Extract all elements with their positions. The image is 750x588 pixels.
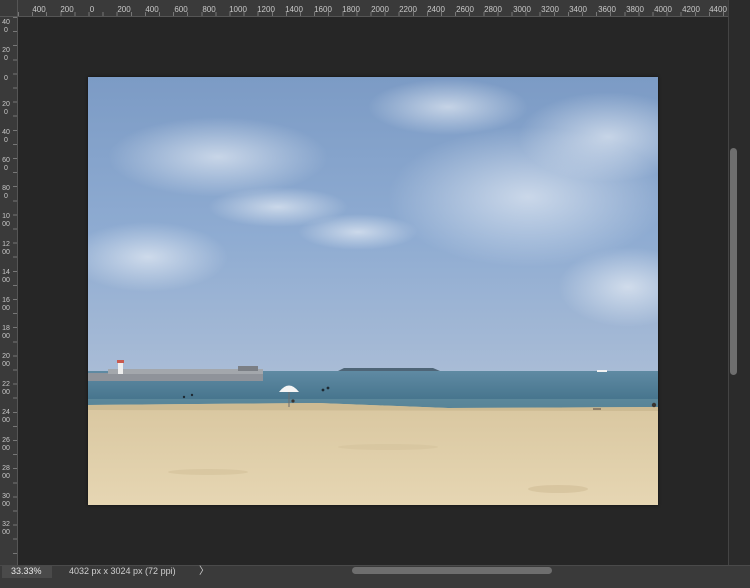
ruler-label: 1000 — [229, 5, 247, 14]
ruler-tick-marks — [13, 17, 17, 565]
ruler-label: 1600 — [314, 5, 332, 14]
ruler-label: 400 — [32, 5, 46, 14]
ruler-label: 3200 — [541, 5, 559, 14]
ruler-label: 1400 — [2, 269, 10, 284]
ruler-label: 3400 — [569, 5, 587, 14]
ruler-label: 3000 — [2, 493, 10, 508]
ruler-label: 1800 — [2, 325, 10, 340]
ruler-label: 2600 — [456, 5, 474, 14]
ruler-label: 2400 — [427, 5, 445, 14]
ruler-label: 400 — [145, 5, 159, 14]
ruler-label: 1200 — [2, 241, 10, 256]
ruler-label: 2200 — [399, 5, 417, 14]
chevron-right-icon[interactable]: 〉 — [199, 565, 209, 578]
ruler-label: 3800 — [626, 5, 644, 14]
ruler-label: 4200 — [682, 5, 700, 14]
ruler-label: 400 — [2, 129, 10, 144]
ruler-label: 2200 — [2, 381, 10, 396]
ruler-label: 1600 — [2, 297, 10, 312]
ruler-label: 2400 — [2, 409, 10, 424]
ruler-label: 0 — [4, 75, 8, 82]
ruler-label: 2000 — [2, 353, 10, 368]
ruler-label: 800 — [202, 5, 216, 14]
ruler-label: 200 — [2, 101, 10, 116]
ruler-label: 3600 — [598, 5, 616, 14]
vertical-ruler[interactable]: 400 200 0 200 400 600 800 1000 1200 1400… — [0, 17, 18, 565]
canvas-area[interactable] — [18, 17, 728, 565]
ruler-label: 1200 — [257, 5, 275, 14]
ruler-label: 4000 — [654, 5, 672, 14]
photo-editor-window: 400 200 0 200 400 600 800 1000 1200 1400… — [0, 0, 750, 588]
horizontal-ruler[interactable]: 400 200 0 200 400 600 800 1000 1200 1400… — [18, 0, 728, 17]
vertical-scroll-thumb[interactable] — [730, 148, 737, 375]
ruler-label: 1000 — [2, 213, 10, 228]
horizontal-scroll-thumb[interactable] — [352, 567, 552, 574]
ruler-label: 3200 — [2, 521, 10, 536]
ruler-label: 200 — [60, 5, 74, 14]
ruler-label: 2800 — [2, 465, 10, 480]
ruler-label: 3000 — [513, 5, 531, 14]
ruler-label: 200 — [2, 47, 10, 62]
ruler-label: 4400 — [709, 5, 727, 14]
ruler-label: 2600 — [2, 437, 10, 452]
ruler-label: 800 — [2, 185, 10, 200]
beach-photo — [88, 77, 658, 505]
ruler-label: 0 — [89, 5, 95, 14]
ruler-label: 1800 — [342, 5, 360, 14]
document-image[interactable] — [88, 77, 658, 505]
document-info: 4032 px x 3024 px (72 ppi) — [69, 566, 176, 576]
zoom-level-field[interactable]: 33.33% — [2, 565, 52, 578]
ruler-label: 600 — [2, 157, 10, 172]
ruler-label: 600 — [174, 5, 188, 14]
ruler-label: 2800 — [484, 5, 502, 14]
ruler-label: 1400 — [285, 5, 303, 14]
ruler-corner[interactable] — [0, 0, 18, 17]
ruler-label: 2000 — [371, 5, 389, 14]
ruler-label: 200 — [117, 5, 131, 14]
ruler-label: 400 — [2, 19, 10, 34]
